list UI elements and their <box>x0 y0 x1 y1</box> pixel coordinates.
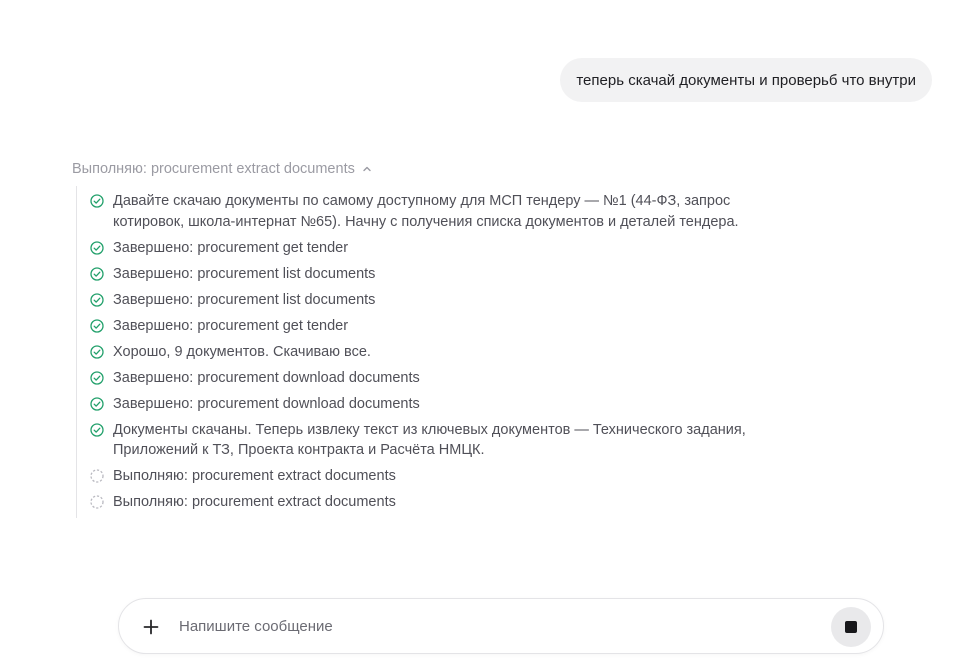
chevron-up-icon <box>361 163 373 175</box>
step-item: Завершено: procurement download document… <box>90 368 780 389</box>
stop-button[interactable] <box>831 607 871 647</box>
steps-toggle[interactable]: Выполняю: procurement extract documents <box>72 161 373 177</box>
step-item: Завершено: procurement get tender <box>90 238 780 259</box>
loading-circle-icon <box>90 469 104 483</box>
check-circle-icon <box>90 344 104 359</box>
check-circle-icon <box>90 292 104 307</box>
step-text: Хорошо, 9 документов. Скачиваю все. <box>113 343 371 360</box>
step-text: Давайте скачаю документы по самому досту… <box>113 193 739 230</box>
step-text: Документы скачаны. Теперь извлеку текст … <box>113 421 746 459</box>
step-text: Завершено: procurement get tender <box>113 317 349 334</box>
step-text: Завершено: procurement download document… <box>113 369 420 386</box>
check-circle-icon <box>90 266 104 281</box>
step-text: Завершено: procurement download document… <box>113 395 420 412</box>
step-item: Давайте скачаю документы по самому досту… <box>90 191 780 232</box>
step-item: Завершено: procurement get tender <box>90 316 780 337</box>
step-item: Документы скачаны. Теперь извлеку текст … <box>90 420 780 461</box>
step-text: Завершено: procurement list documents <box>113 265 376 282</box>
step-item: Завершено: procurement download document… <box>90 394 780 415</box>
step-text: Завершено: procurement get tender <box>113 239 349 256</box>
chat-page: теперь скачай документы и проверьб что в… <box>0 0 954 666</box>
check-circle-icon <box>90 194 104 208</box>
steps-header-label: Выполняю: procurement extract documents <box>72 161 355 177</box>
user-message-bubble: теперь скачай документы и проверьб что в… <box>560 58 932 102</box>
check-circle-icon <box>90 318 104 333</box>
check-circle-icon <box>90 396 104 411</box>
message-input[interactable] <box>179 599 819 653</box>
step-text: Выполняю: procurement extract documents <box>113 468 396 484</box>
stop-icon <box>845 621 857 633</box>
plus-icon[interactable] <box>141 617 161 637</box>
loading-circle-icon <box>90 495 104 509</box>
step-item: Выполняю: procurement extract documents <box>90 492 780 513</box>
step-text: Выполняю: procurement extract documents <box>113 494 396 510</box>
user-message-text: теперь скачай документы и проверьб что в… <box>576 71 916 89</box>
step-item: Выполняю: procurement extract documents <box>90 466 780 487</box>
step-item: Хорошо, 9 документов. Скачиваю все. <box>90 342 780 363</box>
check-circle-icon <box>90 370 104 385</box>
check-circle-icon <box>90 240 104 255</box>
step-item: Завершено: procurement list documents <box>90 290 780 311</box>
step-text: Завершено: procurement list documents <box>113 291 376 308</box>
step-item: Завершено: procurement list documents <box>90 264 780 285</box>
message-composer <box>118 598 884 654</box>
steps-list: Давайте скачаю документы по самому досту… <box>76 186 780 518</box>
check-circle-icon <box>90 422 104 437</box>
